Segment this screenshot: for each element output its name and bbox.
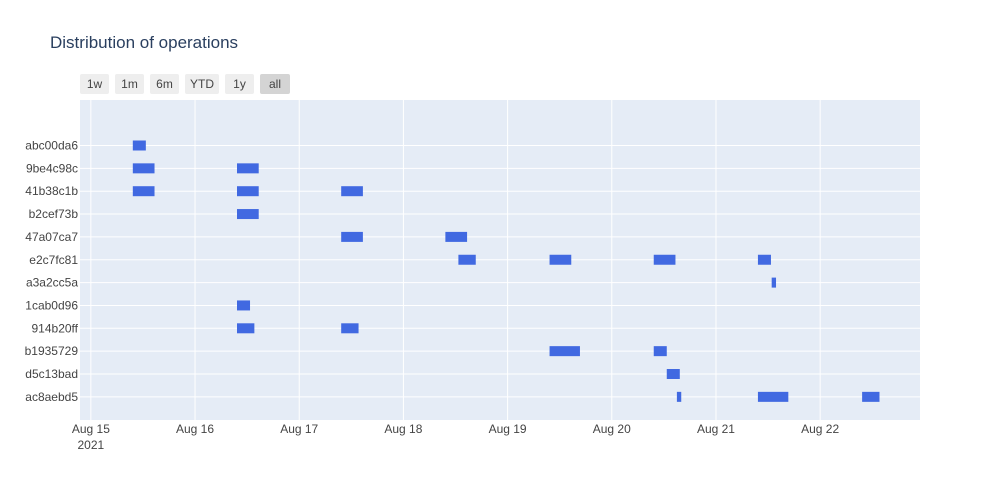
x-tick-label: Aug 19 bbox=[489, 422, 527, 436]
task-bar bbox=[445, 231, 468, 242]
y-tick-label: b2cef73b bbox=[29, 207, 79, 221]
task-bar bbox=[771, 277, 777, 288]
task-bar bbox=[237, 186, 259, 197]
task-bar bbox=[132, 186, 155, 197]
task-bar bbox=[757, 254, 771, 265]
y-tick-label: 47a07ca7 bbox=[25, 230, 78, 244]
x-tick-year-label: 2021 bbox=[78, 438, 105, 452]
x-tick-label: Aug 18 bbox=[384, 422, 422, 436]
task-bar bbox=[132, 163, 155, 174]
task-bar bbox=[237, 209, 259, 220]
task-bar bbox=[237, 323, 255, 334]
task-bar bbox=[341, 186, 363, 197]
task-bar bbox=[666, 369, 680, 379]
y-tick-label: 9be4c98c bbox=[26, 161, 78, 175]
task-bar bbox=[549, 346, 580, 357]
y-tick-label: d5c13bad bbox=[25, 367, 78, 381]
task-bar bbox=[132, 140, 146, 151]
y-tick-label: ac8aebd5 bbox=[25, 390, 78, 404]
y-tick-label: abc00da6 bbox=[25, 139, 78, 153]
task-bar bbox=[237, 300, 251, 311]
y-tick-label: a3a2cc5a bbox=[26, 276, 78, 290]
task-bar bbox=[341, 323, 359, 334]
task-bar bbox=[676, 391, 682, 402]
timeline-chart: Aug 15 2021 Aug 16 Aug 17 Aug 18 Aug 19 Aug 20… bbox=[25, 100, 920, 452]
x-tick-label: Aug 22 bbox=[801, 422, 839, 436]
y-tick-label: b1935729 bbox=[25, 344, 79, 358]
task-bar bbox=[653, 254, 676, 265]
task-bar bbox=[549, 254, 572, 265]
task-bar bbox=[341, 231, 363, 242]
task-bar bbox=[653, 346, 667, 357]
x-tick-label: Aug 17 bbox=[280, 422, 318, 436]
task-bar bbox=[458, 254, 476, 265]
task-bar bbox=[862, 391, 880, 402]
x-tick-label: Aug 21 bbox=[697, 422, 735, 436]
task-bar bbox=[757, 391, 789, 402]
y-tick-label: 914b20ff bbox=[32, 321, 79, 335]
y-tick-label: 1cab0d96 bbox=[25, 298, 78, 312]
y-tick-label: e2c7fc81 bbox=[29, 253, 78, 267]
x-tick-label: Aug 15 bbox=[72, 422, 110, 436]
task-bar bbox=[237, 163, 259, 174]
x-tick-label: Aug 20 bbox=[593, 422, 631, 436]
y-tick-label: 41b38c1b bbox=[25, 184, 78, 198]
x-tick-label: Aug 16 bbox=[176, 422, 214, 436]
